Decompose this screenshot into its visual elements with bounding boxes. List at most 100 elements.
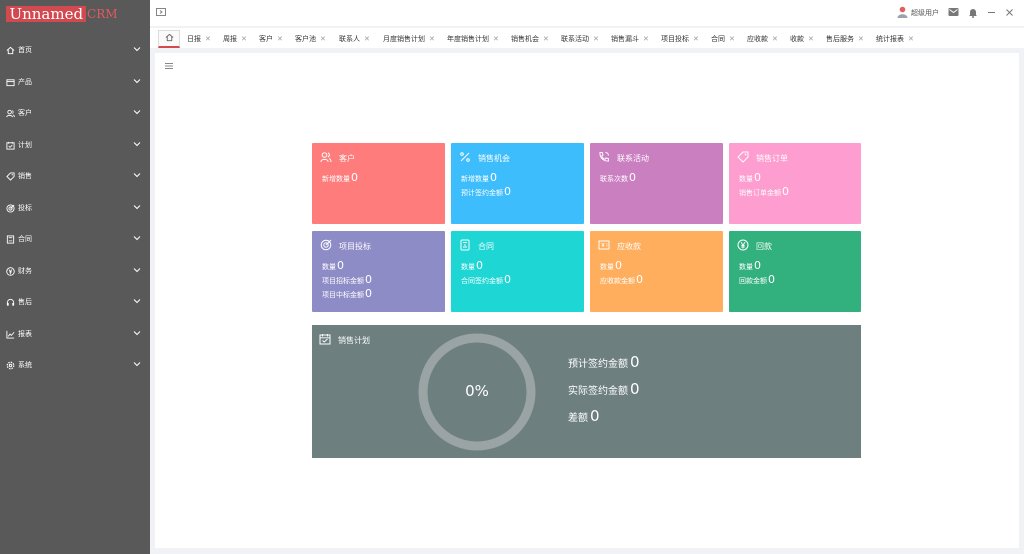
bidding-card[interactable]: 项目投标 数量0 项目招标金额0 项目中标金额0 bbox=[312, 231, 445, 312]
close-icon[interactable]: ✕ bbox=[493, 35, 499, 43]
sidebar-item-reports[interactable]: 报表 bbox=[0, 324, 150, 344]
stat-label: 回款金额 bbox=[739, 277, 767, 285]
tab-annual-sales-plan[interactable]: 年度销售计划 ✕ bbox=[447, 30, 499, 48]
close-icon[interactable]: ✕ bbox=[772, 35, 778, 43]
sidebar-item-label: 销售 bbox=[18, 172, 32, 180]
tab-contracts[interactable]: 合同 ✕ bbox=[711, 30, 735, 48]
tab-label: 联系活动 bbox=[561, 35, 589, 43]
tab-payments[interactable]: 收款 ✕ bbox=[790, 30, 814, 48]
sidebar-toggle-icon[interactable] bbox=[156, 7, 166, 17]
chart-icon bbox=[6, 330, 15, 339]
menu-icon[interactable] bbox=[165, 62, 173, 70]
order-card[interactable]: 销售订单 数量0 销售订单金额0 bbox=[729, 143, 861, 224]
headset-icon bbox=[6, 298, 15, 307]
sidebar-item-bidding[interactable]: 投标 bbox=[0, 198, 150, 218]
tab-label: 周报 bbox=[223, 35, 237, 43]
activity-card[interactable]: 联系活动 联系次数0 bbox=[590, 143, 723, 224]
stat-label: 数量 bbox=[461, 263, 475, 271]
close-icon[interactable]: ✕ bbox=[364, 35, 370, 43]
close-icon[interactable]: ✕ bbox=[808, 35, 814, 43]
close-icon[interactable]: ✕ bbox=[205, 35, 211, 43]
sidebar-item-label: 合同 bbox=[18, 235, 32, 243]
close-icon[interactable]: ✕ bbox=[543, 35, 549, 43]
tab-after-sales-service[interactable]: 售后服务 ✕ bbox=[826, 30, 864, 48]
tab-home[interactable] bbox=[158, 30, 180, 48]
close-icon[interactable]: ✕ bbox=[908, 35, 914, 43]
customers-icon bbox=[6, 109, 15, 118]
tab-customers[interactable]: 客户 ✕ bbox=[259, 30, 283, 48]
sidebar-item-label: 报表 bbox=[18, 330, 32, 338]
tab-contact-activities[interactable]: 联系活动 ✕ bbox=[561, 30, 599, 48]
close-icon[interactable]: ✕ bbox=[277, 35, 283, 43]
chevron-down-icon bbox=[133, 46, 141, 54]
stat-row: 数量0 bbox=[322, 259, 344, 272]
tab-label: 售后服务 bbox=[826, 35, 854, 43]
tab-statistics-reports[interactable]: 统计报表 ✕ bbox=[876, 30, 914, 48]
tab-project-bidding[interactable]: 项目投标 ✕ bbox=[661, 30, 699, 48]
close-icon[interactable]: ✕ bbox=[729, 35, 735, 43]
user-menu[interactable]: 超级用户 bbox=[897, 6, 939, 20]
stat-row: 销售订单金额0 bbox=[739, 185, 789, 198]
panel-title: 销售计划 bbox=[338, 335, 370, 345]
close-icon[interactable]: ✕ bbox=[320, 35, 326, 43]
tab-sales-opportunities[interactable]: 销售机会 ✕ bbox=[511, 30, 549, 48]
bell-icon[interactable] bbox=[968, 7, 978, 20]
top-bar: 超级用户 bbox=[150, 0, 1024, 26]
stat-value: 0 bbox=[504, 273, 511, 286]
stat-row: 新增数量0 bbox=[461, 171, 497, 184]
sidebar-item-system[interactable]: 系统 bbox=[0, 355, 150, 375]
tab-daily-report[interactable]: 日报 ✕ bbox=[187, 30, 211, 48]
stat-value: 0 bbox=[754, 171, 761, 184]
card-title: 应收款 bbox=[617, 241, 641, 251]
plan-value: 0 bbox=[630, 353, 640, 371]
logo-sub: CRM bbox=[87, 7, 118, 21]
sidebar-item-after-sales[interactable]: 售后 bbox=[0, 292, 150, 312]
plan-value: 0 bbox=[590, 407, 600, 425]
sidebar-item-sales[interactable]: 销售 bbox=[0, 166, 150, 186]
contract-card[interactable]: 合同 数量0 合同签约金额0 bbox=[451, 231, 584, 312]
close-icon[interactable] bbox=[1005, 8, 1014, 19]
tab-weekly-report[interactable]: 周报 ✕ bbox=[223, 30, 247, 48]
sidebar-item-label: 售后 bbox=[18, 298, 32, 306]
sidebar-item-contract[interactable]: 合同 bbox=[0, 229, 150, 249]
close-icon[interactable]: ✕ bbox=[241, 35, 247, 43]
stat-row: 应收款金额0 bbox=[600, 273, 643, 286]
tab-bar: 日报 ✕ 周报 ✕ 客户 ✕ 客户池 ✕ 联系人 ✕ 月度销售计划 ✕ 年度销售计划 ✕ 销售… bbox=[150, 28, 1024, 48]
app-logo[interactable]: Unnamed CRM bbox=[0, 0, 150, 28]
top-right-actions: 超级用户 bbox=[897, 5, 1014, 21]
tag-icon bbox=[6, 171, 15, 181]
close-icon[interactable]: ✕ bbox=[643, 35, 649, 43]
stat-label: 应收款金额 bbox=[600, 277, 635, 285]
tab-label: 年度销售计划 bbox=[447, 35, 489, 43]
close-icon[interactable]: ✕ bbox=[693, 35, 699, 43]
payment-card[interactable]: 回款 数量0 回款金额0 bbox=[729, 231, 861, 312]
plan-value: 0 bbox=[630, 380, 640, 398]
close-icon[interactable]: ✕ bbox=[429, 35, 435, 43]
phone-icon bbox=[598, 151, 617, 165]
stat-value: 0 bbox=[490, 171, 497, 184]
customer-card[interactable]: 客户 新增数量0 bbox=[312, 143, 445, 224]
close-icon[interactable]: ✕ bbox=[858, 35, 864, 43]
receivable-card[interactable]: 应收款 数量0 应收款金额0 bbox=[590, 231, 723, 312]
sidebar-item-label: 投标 bbox=[18, 204, 32, 212]
sidebar-item-home[interactable]: 首页 bbox=[0, 40, 150, 60]
sidebar-item-plan[interactable]: 计划 bbox=[0, 135, 150, 155]
sidebar-item-customers[interactable]: 客户 bbox=[0, 103, 150, 123]
tab-receivables[interactable]: 应收款 ✕ bbox=[747, 30, 778, 48]
tab-contacts[interactable]: 联系人 ✕ bbox=[339, 30, 370, 48]
message-icon[interactable] bbox=[948, 7, 959, 19]
minimize-icon[interactable] bbox=[987, 8, 996, 19]
tab-customer-pool[interactable]: 客户池 ✕ bbox=[295, 30, 326, 48]
tab-monthly-sales-plan[interactable]: 月度销售计划 ✕ bbox=[383, 30, 435, 48]
stat-row: 合同签约金额0 bbox=[461, 273, 511, 286]
chevron-down-icon bbox=[133, 298, 141, 306]
percent-icon bbox=[459, 151, 478, 165]
sales-plan-panel: 销售计划 0% 预计签约金额 0 实际签约金额 0 差额 0 bbox=[312, 325, 861, 458]
tab-sales-funnel[interactable]: 销售漏斗 ✕ bbox=[611, 30, 649, 48]
close-icon[interactable]: ✕ bbox=[593, 35, 599, 43]
opportunity-card[interactable]: 销售机会 新增数量0 预计签约金额0 bbox=[451, 143, 584, 224]
sidebar-item-products[interactable]: 产品 bbox=[0, 72, 150, 92]
sidebar-item-finance[interactable]: 财务 bbox=[0, 261, 150, 281]
plan-row: 实际签约金额 0 bbox=[568, 380, 640, 398]
contract-icon bbox=[6, 234, 15, 244]
